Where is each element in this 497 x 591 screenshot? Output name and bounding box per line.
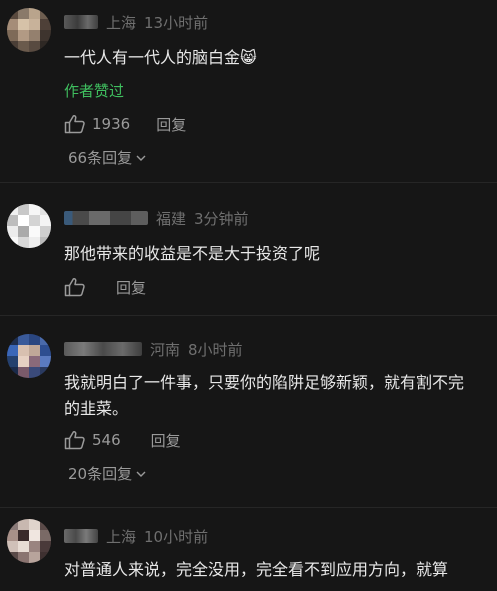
username-blurred[interactable] — [64, 342, 142, 356]
comment-meta: 上海 13小时前 — [64, 12, 208, 32]
region-label: 上海 — [106, 527, 137, 546]
comment-meta: 上海 10小时前 — [64, 526, 208, 546]
comment-actions: 1936 回复 — [64, 112, 186, 136]
chevron-down-icon — [136, 155, 146, 161]
avatar[interactable] — [7, 8, 51, 52]
comment-text: 那他带来的收益是不是大于投资了呢 — [64, 244, 321, 263]
expand-replies-button[interactable]: 20条回复 — [68, 463, 147, 484]
thumbs-up-icon — [64, 431, 85, 450]
region-label: 上海 — [106, 13, 137, 32]
region-label: 河南 — [150, 340, 181, 359]
comment-meta: 河南 8小时前 — [64, 339, 243, 359]
timestamp: 13小时前 — [144, 13, 209, 32]
divider — [0, 507, 497, 508]
timestamp: 8小时前 — [188, 340, 243, 359]
thumbs-up-icon — [64, 278, 85, 297]
expand-replies-button[interactable]: 66条回复 — [68, 147, 147, 168]
comment-item: 上海 13小时前 一代人有一代人的脑白金😸 作者赞过 1936 回复 66条回复 — [0, 0, 497, 180]
comment-actions: 回复 — [64, 275, 146, 299]
author-liked-badge: 作者赞过 — [64, 82, 125, 100]
like-count: 1936 — [92, 115, 131, 133]
divider — [0, 315, 497, 316]
thumbs-up-icon — [64, 115, 85, 134]
like-button[interactable]: 546 — [64, 430, 121, 450]
comment-text: 对普通人来说，完全没用，完全看不到应用方向，就算 — [64, 560, 449, 579]
comment-meta: 福建 3分钟前 — [64, 208, 249, 228]
like-button[interactable] — [64, 277, 92, 297]
comment-text: 一代人有一代人的脑白金😸 — [64, 48, 257, 67]
comment-actions: 546 回复 — [64, 428, 181, 452]
avatar[interactable] — [7, 204, 51, 248]
timestamp: 10小时前 — [144, 527, 209, 546]
chevron-down-icon — [136, 471, 146, 477]
replies-count: 66条回复 — [68, 149, 133, 167]
region-label: 福建 — [156, 209, 187, 228]
username-blurred[interactable] — [64, 15, 98, 29]
reply-button[interactable]: 回复 — [151, 430, 181, 451]
reply-button[interactable]: 回复 — [116, 277, 146, 298]
divider — [0, 182, 497, 183]
timestamp: 3分钟前 — [194, 209, 249, 228]
username-blurred[interactable] — [64, 211, 148, 225]
comment-item: 河南 8小时前 我就明白了一件事，只要你的陷阱足够新颖，就有割不完的韭菜。 54… — [0, 330, 497, 510]
comment-item: 福建 3分钟前 那他带来的收益是不是大于投资了呢 回复 — [0, 200, 497, 310]
like-button[interactable]: 1936 — [64, 114, 130, 134]
username-blurred[interactable] — [64, 529, 98, 543]
avatar[interactable] — [7, 519, 51, 563]
avatar[interactable] — [7, 334, 51, 378]
comment-item: 上海 10小时前 对普通人来说，完全没用，完全看不到应用方向，就算 — [0, 515, 497, 591]
replies-count: 20条回复 — [68, 465, 133, 483]
like-count: 546 — [92, 431, 121, 449]
comment-text: 我就明白了一件事，只要你的陷阱足够新颖，就有割不完的韭菜。 — [64, 373, 465, 418]
reply-button[interactable]: 回复 — [156, 114, 186, 135]
